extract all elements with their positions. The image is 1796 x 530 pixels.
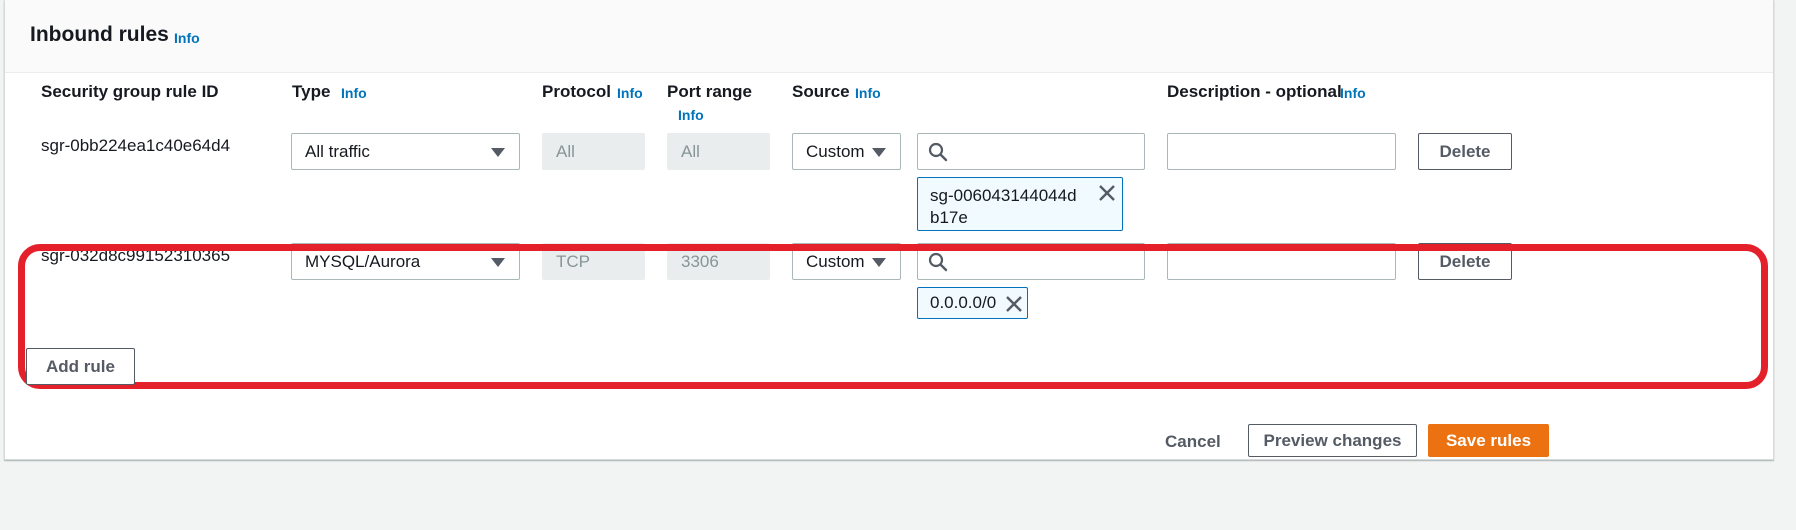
protocol-value: All: [556, 141, 575, 161]
column-header-description: Description - optional: [1167, 82, 1342, 101]
rule-id: sgr-032d8c99152310365: [41, 246, 231, 265]
protocol-info-link[interactable]: Info: [617, 85, 643, 101]
source-type-select[interactable]: Custom: [792, 243, 901, 280]
search-icon: [928, 142, 948, 162]
delete-rule-button[interactable]: Delete: [1418, 133, 1512, 170]
section-info-link[interactable]: Info: [174, 30, 200, 46]
source-token: 0.0.0.0/0: [917, 287, 1028, 319]
cancel-button[interactable]: Cancel: [1165, 432, 1221, 452]
port-range-field: All: [667, 133, 770, 170]
caret-down-icon: [491, 258, 505, 267]
description-input[interactable]: [1167, 243, 1396, 280]
source-type-value: Custom: [806, 141, 865, 161]
panel-header: Inbound rules Info: [5, 0, 1773, 73]
source-type-select[interactable]: Custom: [792, 133, 901, 170]
column-header-protocol: Protocol: [542, 82, 611, 101]
protocol-field: TCP: [542, 243, 645, 280]
column-header-type: Type: [292, 82, 331, 101]
add-rule-button[interactable]: Add rule: [26, 348, 135, 385]
section-title: Inbound rules: [30, 23, 169, 46]
description-input[interactable]: [1167, 133, 1396, 170]
type-select[interactable]: All traffic: [291, 133, 520, 170]
type-select[interactable]: MYSQL/Aurora: [291, 243, 520, 280]
source-token-label: 0.0.0.0/0: [930, 293, 997, 312]
caret-down-icon: [872, 258, 886, 267]
close-icon[interactable]: [1098, 184, 1116, 202]
caret-down-icon: [872, 148, 886, 157]
type-info-link[interactable]: Info: [341, 85, 367, 101]
delete-rule-button[interactable]: Delete: [1418, 243, 1512, 280]
port-range-value: 3306: [681, 251, 719, 271]
port-range-field: 3306: [667, 243, 770, 280]
source-token: sg-006043144044db17e: [917, 177, 1123, 231]
description-info-link[interactable]: Info: [1340, 85, 1366, 101]
save-rules-button[interactable]: Save rules: [1428, 424, 1549, 457]
source-token-label: sg-006043144044db17e: [930, 186, 1077, 227]
inbound-rules-panel: Inbound rules Info Security group rule I…: [4, 0, 1774, 460]
column-header-source: Source: [792, 82, 850, 101]
close-icon[interactable]: [1005, 295, 1023, 313]
column-header-port-range: Port range: [667, 82, 753, 101]
protocol-value: TCP: [556, 251, 590, 271]
source-type-value: Custom: [806, 251, 865, 271]
protocol-field: All: [542, 133, 645, 170]
rule-id: sgr-0bb224ea1c40e64d4: [41, 136, 231, 155]
type-select-value: All traffic: [305, 141, 370, 161]
source-search-input[interactable]: [917, 133, 1145, 170]
port-range-info-link[interactable]: Info: [678, 107, 704, 123]
search-icon: [928, 252, 948, 272]
caret-down-icon: [491, 148, 505, 157]
port-range-value: All: [681, 141, 700, 161]
source-info-link[interactable]: Info: [855, 85, 881, 101]
preview-changes-button[interactable]: Preview changes: [1248, 424, 1417, 457]
source-search-input[interactable]: [917, 243, 1145, 280]
column-header-rule-id: Security group rule ID: [41, 82, 219, 101]
type-select-value: MYSQL/Aurora: [305, 251, 421, 271]
